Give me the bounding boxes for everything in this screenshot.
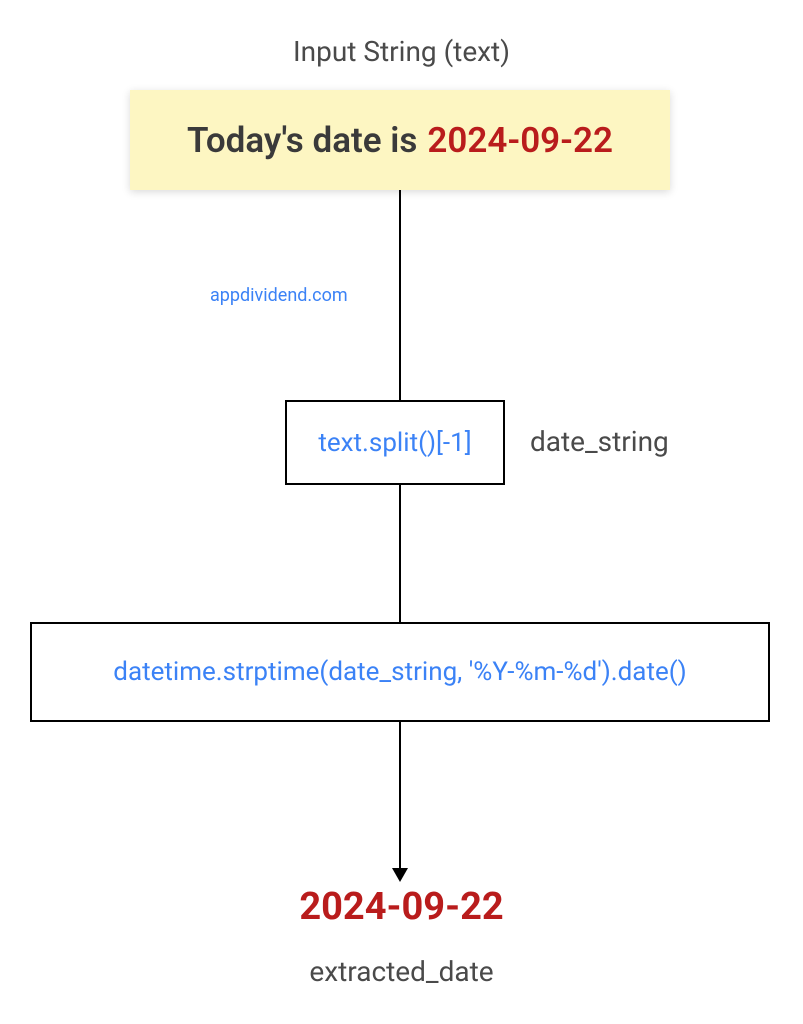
split-code-box: text.split()[-1] [285,400,505,485]
input-string-box: Today's date is 2024-09-22 [130,90,670,190]
arrowhead-icon [392,868,408,882]
arrow-line-1 [399,190,401,400]
strptime-code-box: datetime.strptime(date_string, '%Y-%m-%d… [30,622,770,722]
result-date: 2024-09-22 [0,885,803,929]
watermark-text: appdividend.com [210,285,348,306]
arrow-line-2 [399,485,401,622]
input-prefix-text: Today's date is [187,120,417,161]
diagram-title: Input String (text) [0,35,803,68]
arrow-line-3 [399,722,401,872]
split-label: date_string [530,425,669,458]
result-label: extracted_date [0,955,803,988]
input-date-text: 2024-09-22 [427,120,613,161]
